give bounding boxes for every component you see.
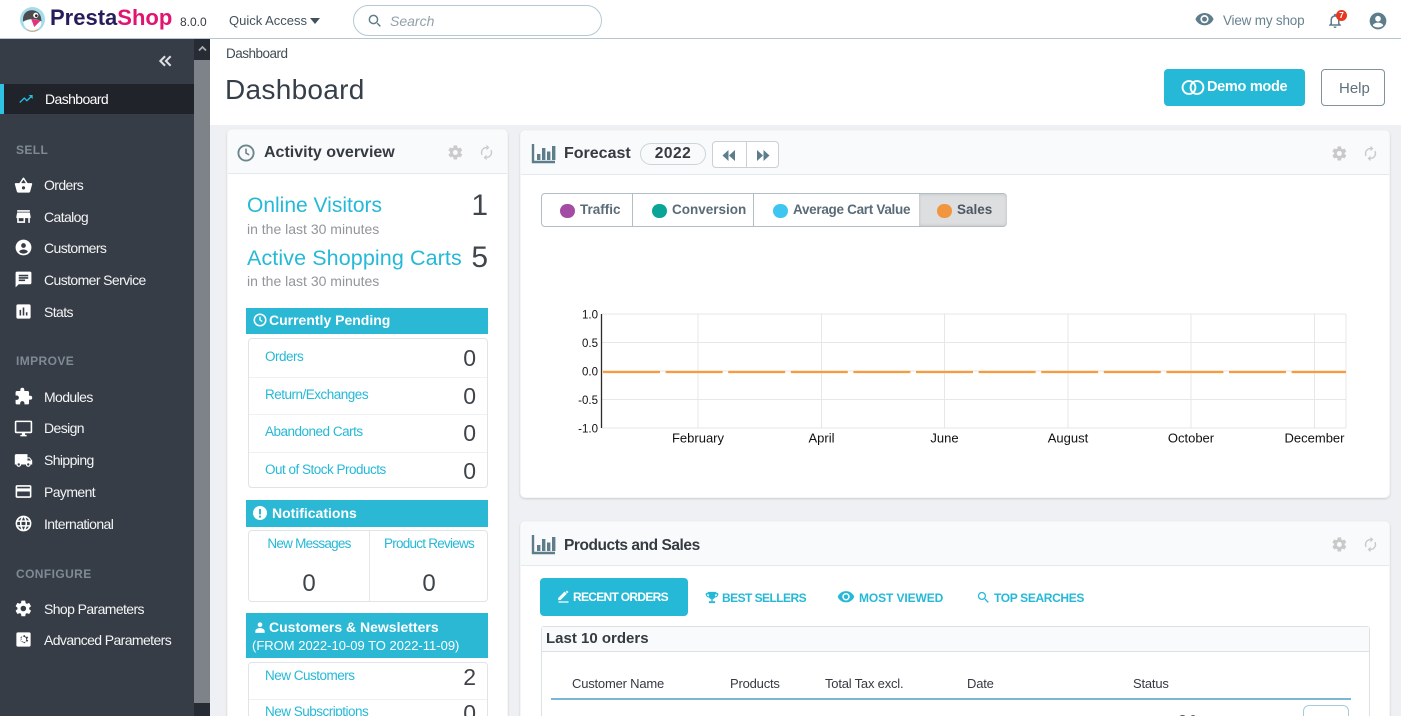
svg-text:April: April [808,431,834,446]
svg-text:August: August [1048,431,1089,446]
svg-text:-0.5: -0.5 [578,395,598,407]
svg-text:February: February [672,431,725,446]
svg-text:October: October [1168,431,1215,446]
svg-text:0.5: 0.5 [582,338,598,350]
svg-text:June: June [930,431,958,446]
svg-text:0.0: 0.0 [582,367,598,379]
svg-text:December: December [1285,431,1346,446]
svg-text:-1.0: -1.0 [578,424,598,436]
svg-text:1.0: 1.0 [582,310,598,322]
